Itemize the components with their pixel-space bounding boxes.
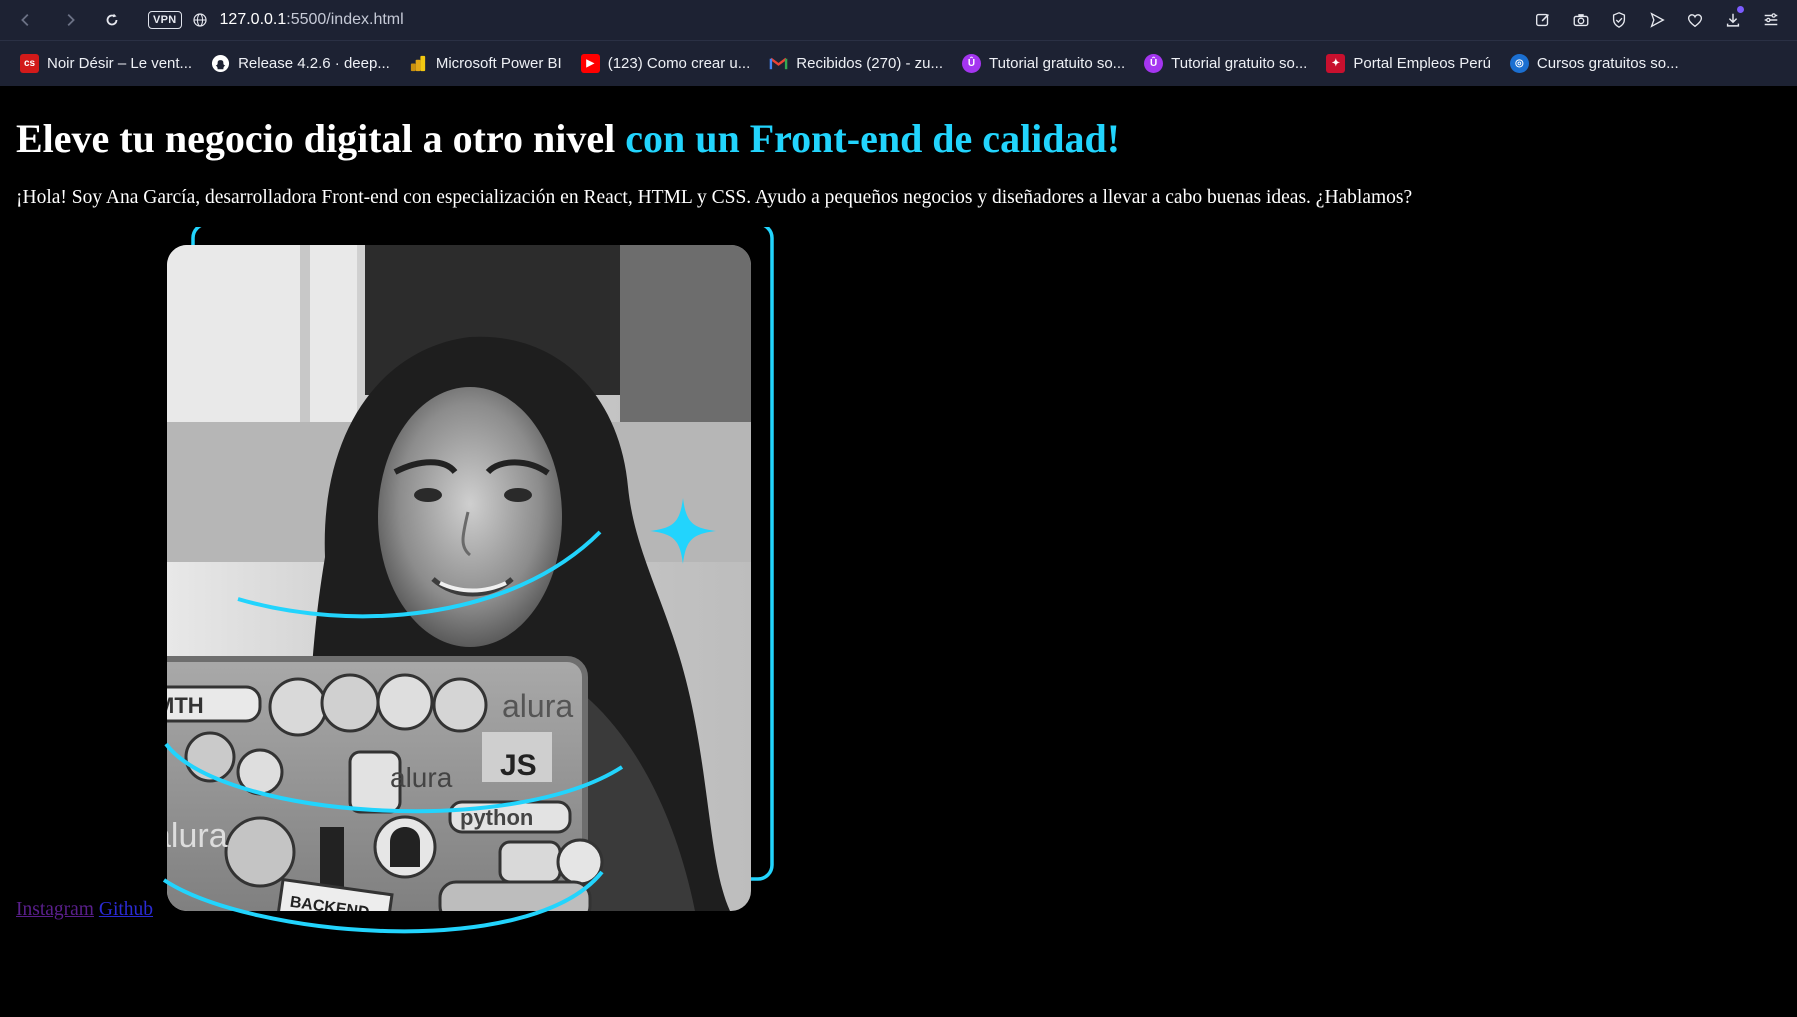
bookmark-item[interactable]: Release 4.2.6 · deep... bbox=[211, 54, 390, 73]
hero-title-accent: con un Front-end de calidad! bbox=[625, 116, 1121, 161]
vpn-badge[interactable]: VPN bbox=[148, 11, 182, 29]
send-icon bbox=[1650, 12, 1665, 28]
bookmark-label: Portal Empleos Perú bbox=[1353, 55, 1491, 72]
url-path: :5500/index.html bbox=[286, 11, 404, 28]
bookmark-item[interactable]: ◎ Cursos gratuitos so... bbox=[1509, 54, 1679, 73]
bookmark-item[interactable]: ▶ (123) Como crear u... bbox=[580, 54, 751, 73]
bookmark-item[interactable]: cs Noir Désir – Le vent... bbox=[20, 54, 192, 73]
udemy-icon: Û bbox=[962, 54, 981, 73]
github-icon bbox=[211, 54, 230, 73]
portrait-photo: MTH alura JS alura python BACKEND alura bbox=[152, 245, 751, 911]
hero-image: MTH alura JS alura python BACKEND alura bbox=[152, 227, 774, 934]
bookmark-label: Release 4.2.6 · deep... bbox=[238, 55, 390, 72]
bookmark-glyph: ◎ bbox=[1515, 58, 1524, 69]
bookmark-label: Noir Désir – Le vent... bbox=[47, 55, 193, 72]
bookmarks-bar: cs Noir Désir – Le vent... Release 4.2.6 ·… bbox=[0, 40, 1797, 86]
snapshot-button[interactable] bbox=[1569, 8, 1593, 32]
browser-toolbar: VPN 127.0.0.1:5500/index.html bbox=[0, 0, 1797, 40]
bookmark-glyph: cs bbox=[23, 58, 36, 69]
forward-button[interactable] bbox=[56, 6, 84, 34]
hero-intro: ¡Hola! Soy Ana García, desarrolladora Fr… bbox=[16, 187, 1413, 208]
bookmark-label: Microsoft Power BI bbox=[435, 55, 562, 72]
hero-title-main: Eleve tu negocio digital a otro nivel bbox=[16, 116, 626, 161]
pinboards-button[interactable] bbox=[1683, 8, 1707, 32]
edit-icon bbox=[1536, 13, 1549, 27]
udemy-icon: Û bbox=[1144, 54, 1164, 73]
bookmark-label: Tutorial gratuito so... bbox=[989, 55, 1126, 72]
sticker-mth: MTH bbox=[156, 693, 204, 718]
camera-icon bbox=[1573, 14, 1589, 27]
cs-icon: cs bbox=[20, 54, 39, 73]
sticker-alura-1: alura bbox=[502, 688, 573, 724]
hero-title: Eleve tu negocio digital a otro nivel co… bbox=[16, 115, 1120, 162]
bookmark-item[interactable]: Û Tutorial gratuito so... bbox=[962, 54, 1125, 73]
instagram-link[interactable]: Instagram bbox=[16, 899, 94, 920]
heart-icon bbox=[1687, 14, 1703, 28]
flow-button[interactable] bbox=[1645, 8, 1669, 32]
bookmark-item[interactable]: ✦ Portal Empleos Perú bbox=[1326, 54, 1491, 73]
github-link[interactable]: Github bbox=[99, 899, 153, 920]
bookmark-item[interactable]: Recibidos (270) - zu... bbox=[769, 54, 943, 73]
bookmark-glyph: ✦ bbox=[1331, 58, 1341, 69]
url-host: 127.0.0.1 bbox=[219, 11, 287, 28]
bookmark-glyph: ▶ bbox=[586, 58, 595, 69]
ad-block-button[interactable] bbox=[1607, 8, 1631, 32]
reload-button[interactable] bbox=[98, 6, 126, 34]
power-bi-icon bbox=[409, 54, 428, 73]
site-info-globe-icon[interactable] bbox=[192, 12, 208, 28]
toolbar-actions bbox=[1531, 0, 1783, 40]
bookmark-glyph: Û bbox=[1150, 58, 1158, 69]
download-icon bbox=[1726, 13, 1740, 27]
downloads-button[interactable] bbox=[1721, 6, 1745, 32]
edit-button[interactable] bbox=[1531, 8, 1555, 32]
reload-icon bbox=[106, 13, 118, 26]
settings-sliders-icon bbox=[1764, 13, 1778, 26]
gmail-icon bbox=[769, 54, 788, 73]
chevron-left-icon bbox=[21, 13, 29, 27]
page-viewport: Eleve tu negocio digital a otro nivel co… bbox=[0, 87, 1797, 940]
youtube-icon: ▶ bbox=[580, 54, 600, 73]
chevron-right-icon bbox=[67, 13, 75, 27]
download-indicator-dot bbox=[1737, 6, 1744, 13]
bookmark-glyph: Û bbox=[967, 58, 976, 69]
bookmark-label: Tutorial gratuito so... bbox=[1171, 55, 1308, 72]
easy-setup-button[interactable] bbox=[1759, 8, 1783, 32]
course-globe-icon: ◎ bbox=[1509, 54, 1529, 73]
bookmark-item[interactable]: Microsoft Power BI bbox=[409, 54, 562, 73]
peru-seal-icon: ✦ bbox=[1326, 54, 1346, 73]
bookmark-label: Recibidos (270) - zu... bbox=[796, 55, 943, 72]
back-button[interactable] bbox=[12, 6, 40, 34]
address-bar[interactable]: 127.0.0.1:5500/index.html bbox=[220, 11, 404, 29]
sticker-alura-2: alura bbox=[390, 762, 453, 793]
bookmark-label: Cursos gratuitos so... bbox=[1536, 55, 1679, 72]
shield-check-icon bbox=[1612, 12, 1626, 28]
footer-links: Instagram Github bbox=[16, 899, 153, 921]
sticker-js: JS bbox=[500, 749, 537, 782]
bookmark-item[interactable]: Û Tutorial gratuito so... bbox=[1144, 54, 1307, 73]
bookmark-label: (123) Como crear u... bbox=[607, 55, 751, 72]
sticker-alura-3: alura bbox=[152, 817, 228, 855]
